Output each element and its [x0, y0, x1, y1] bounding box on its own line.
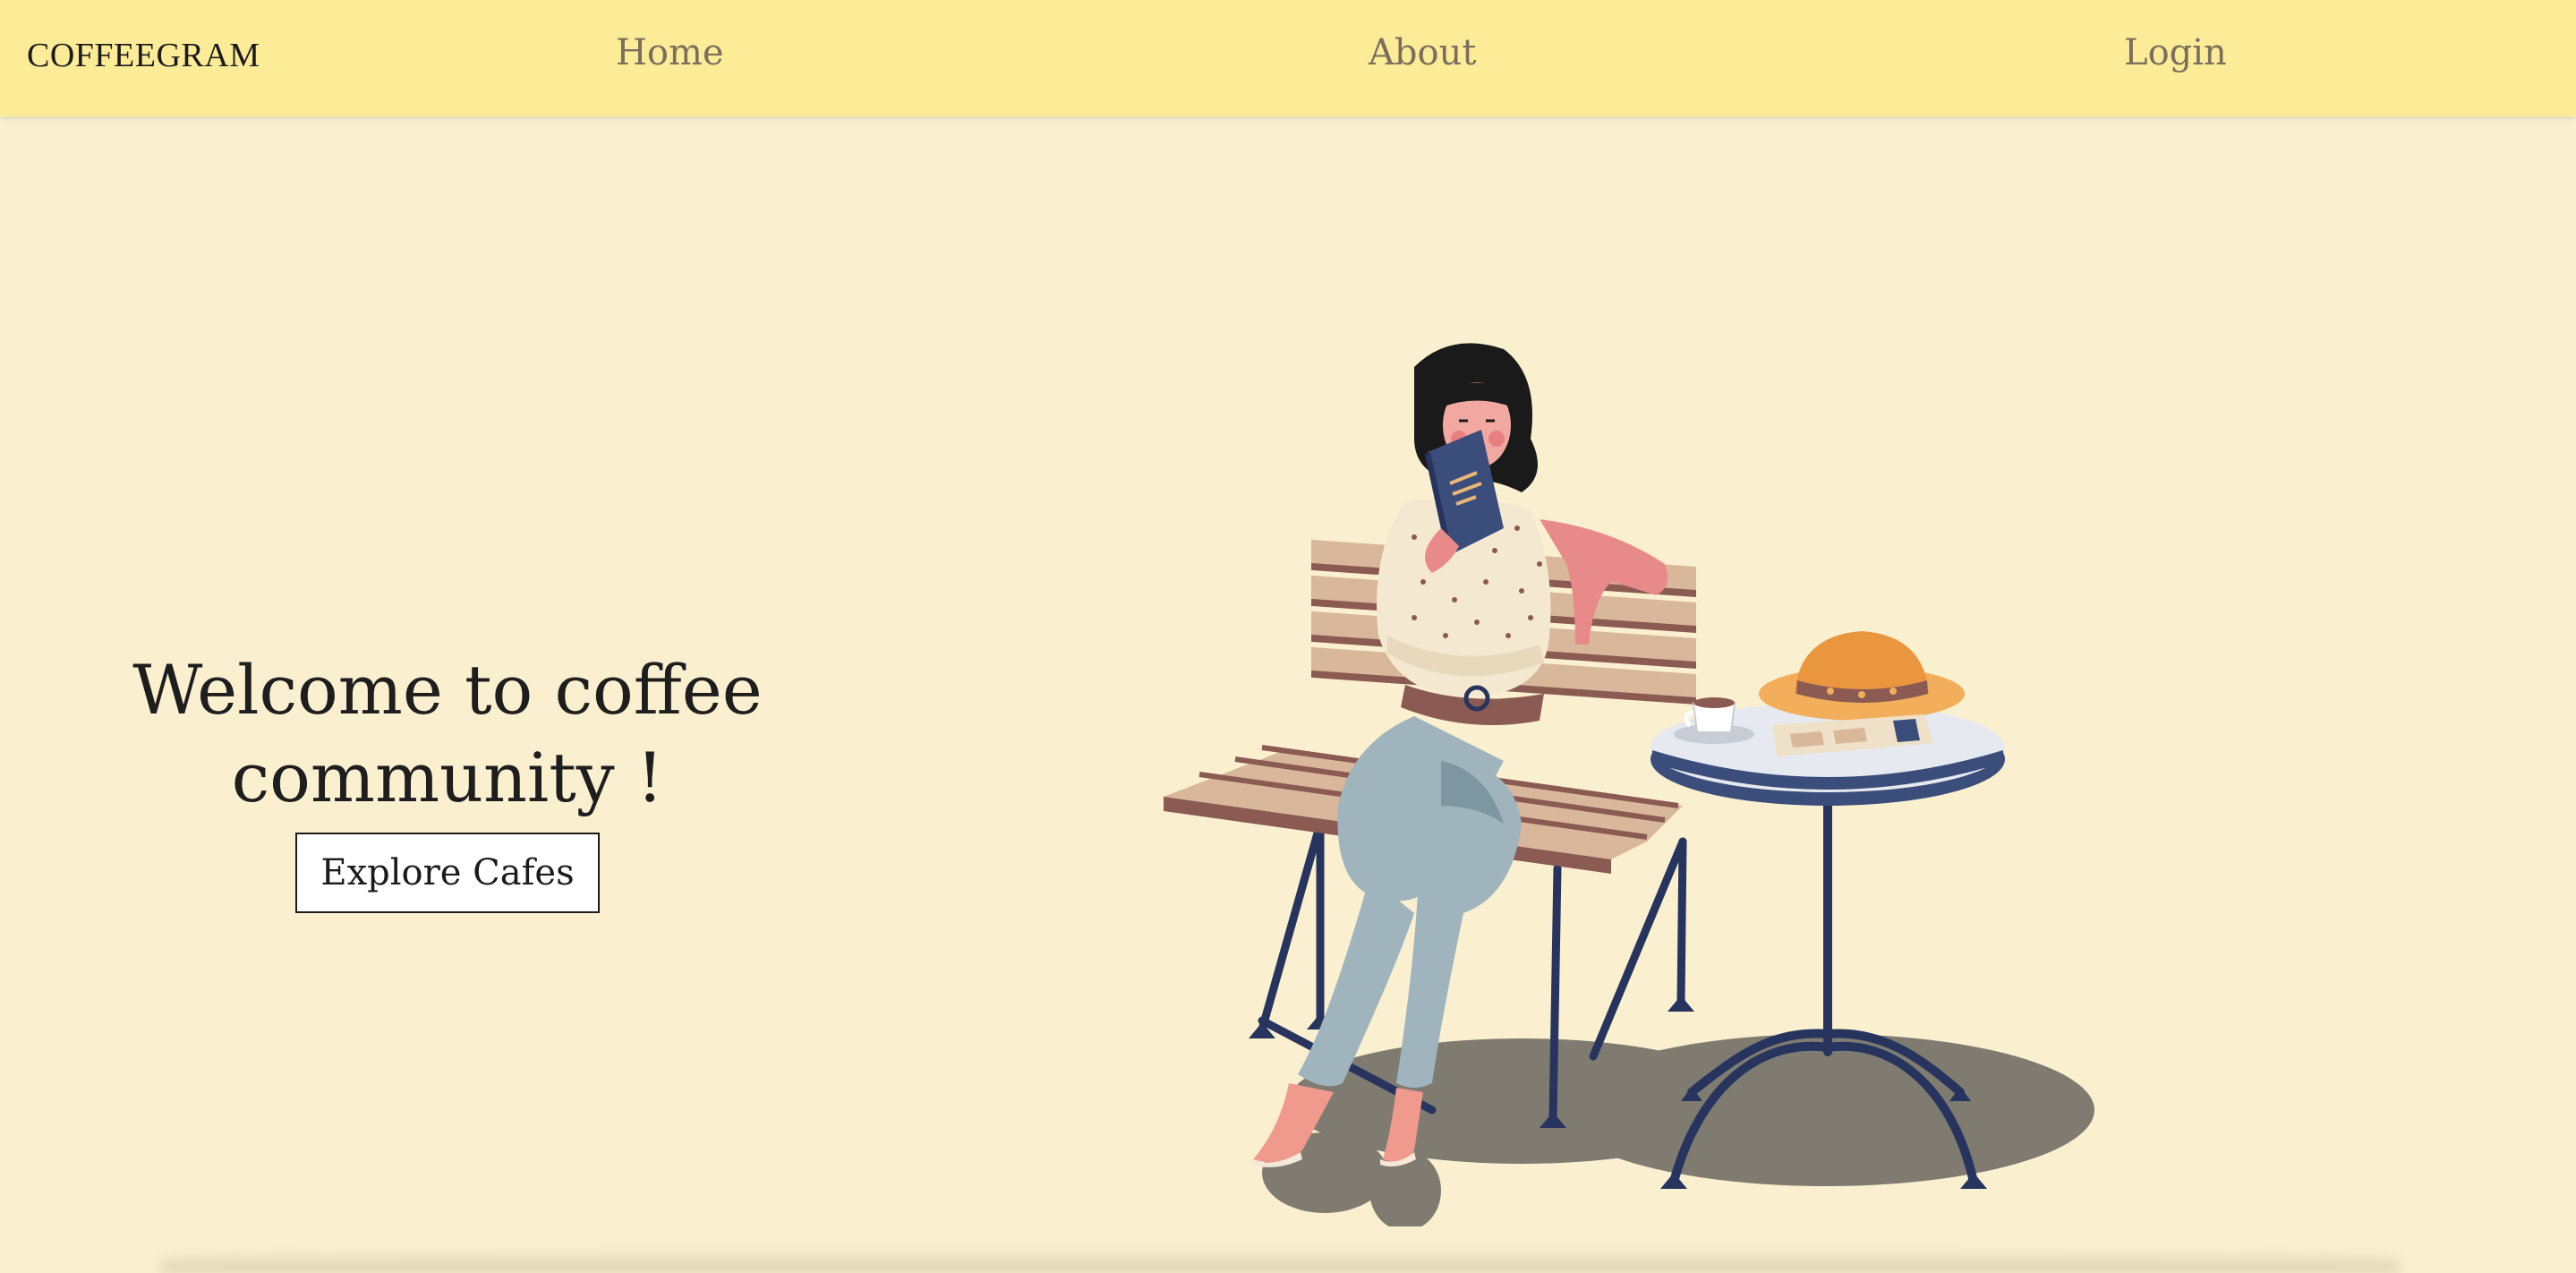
- brand-logo[interactable]: COFFEEGRAM: [27, 36, 260, 75]
- nav-link-login[interactable]: Login: [2124, 32, 2227, 73]
- ground-shadow: [1262, 1034, 2094, 1226]
- nav-link-about[interactable]: About: [1369, 32, 1476, 73]
- bottom-shadow: [161, 1246, 2399, 1273]
- hero-title: Welcome to coffee community !: [132, 650, 763, 817]
- top-navbar: COFFEEGRAM Home About Login: [0, 0, 2576, 116]
- explore-cafes-button[interactable]: Explore Cafes: [295, 833, 600, 913]
- sun-hat-icon: [1759, 631, 1965, 721]
- woman-reading-at-cafe-illustration: [1164, 343, 2094, 1226]
- nav-link-home[interactable]: Home: [616, 32, 724, 73]
